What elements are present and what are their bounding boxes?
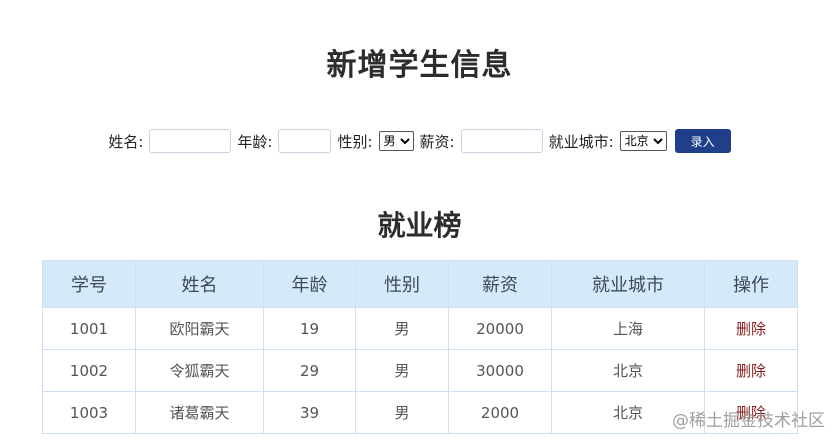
page-title: 新增学生信息 [326,48,513,83]
header-name: 姓名 [135,260,264,308]
submit-button[interactable]: 录入 [674,129,731,153]
cell-id: 1002 [42,349,136,392]
header-id: 学号 [42,260,136,308]
cell-gender: 男 [355,307,449,350]
city-label: 就业城市: [548,132,614,151]
cell-gender: 男 [355,349,449,392]
cell-age: 29 [263,349,356,392]
cell-city: 北京 [551,349,705,392]
city-select[interactable]: 北京 [619,131,667,151]
cell-salary: 30000 [448,349,552,392]
table-row: 1001 欧阳霸天 19 男 20000 上海 删除 [42,307,798,350]
header-action: 操作 [704,260,798,308]
table-header-row: 学号 姓名 年龄 性别 薪资 就业城市 操作 [42,260,798,308]
header-gender: 性别 [355,260,449,308]
age-label: 年龄: [237,132,273,151]
section-title: 就业榜 [377,209,462,242]
cell-name: 令狐霸天 [135,349,264,392]
name-label: 姓名: [108,132,144,151]
delete-link[interactable]: 删除 [704,307,798,350]
cell-id: 1003 [42,391,136,434]
header-city: 就业城市 [551,260,705,308]
cell-name: 诸葛霸天 [135,391,264,434]
age-input[interactable] [278,129,332,153]
gender-select[interactable]: 男 [378,131,414,151]
cell-city: 上海 [551,307,705,350]
cell-salary: 20000 [448,307,552,350]
cell-salary: 2000 [448,391,552,434]
salary-input[interactable] [460,129,543,153]
gender-label: 性别: [337,132,373,151]
salary-label: 薪资: [419,132,455,151]
header-salary: 薪资 [448,260,552,308]
name-input[interactable] [149,129,232,153]
page-root: 新增学生信息 姓名: 年龄: 性别: 男 薪资: 就业城市: 北京 录入 就业榜 [0,0,839,444]
cell-gender: 男 [355,391,449,434]
table-row: 1002 令狐霸天 29 男 30000 北京 删除 [42,349,798,392]
cell-id: 1001 [42,307,136,350]
cell-name: 欧阳霸天 [135,307,264,350]
cell-age: 19 [263,307,356,350]
student-form: 姓名: 年龄: 性别: 男 薪资: 就业城市: 北京 录入 [0,126,839,156]
watermark-text: @稀土掘金技术社区 [672,411,825,431]
delete-link[interactable]: 删除 [704,349,798,392]
cell-age: 39 [263,391,356,434]
header-age: 年龄 [263,260,356,308]
